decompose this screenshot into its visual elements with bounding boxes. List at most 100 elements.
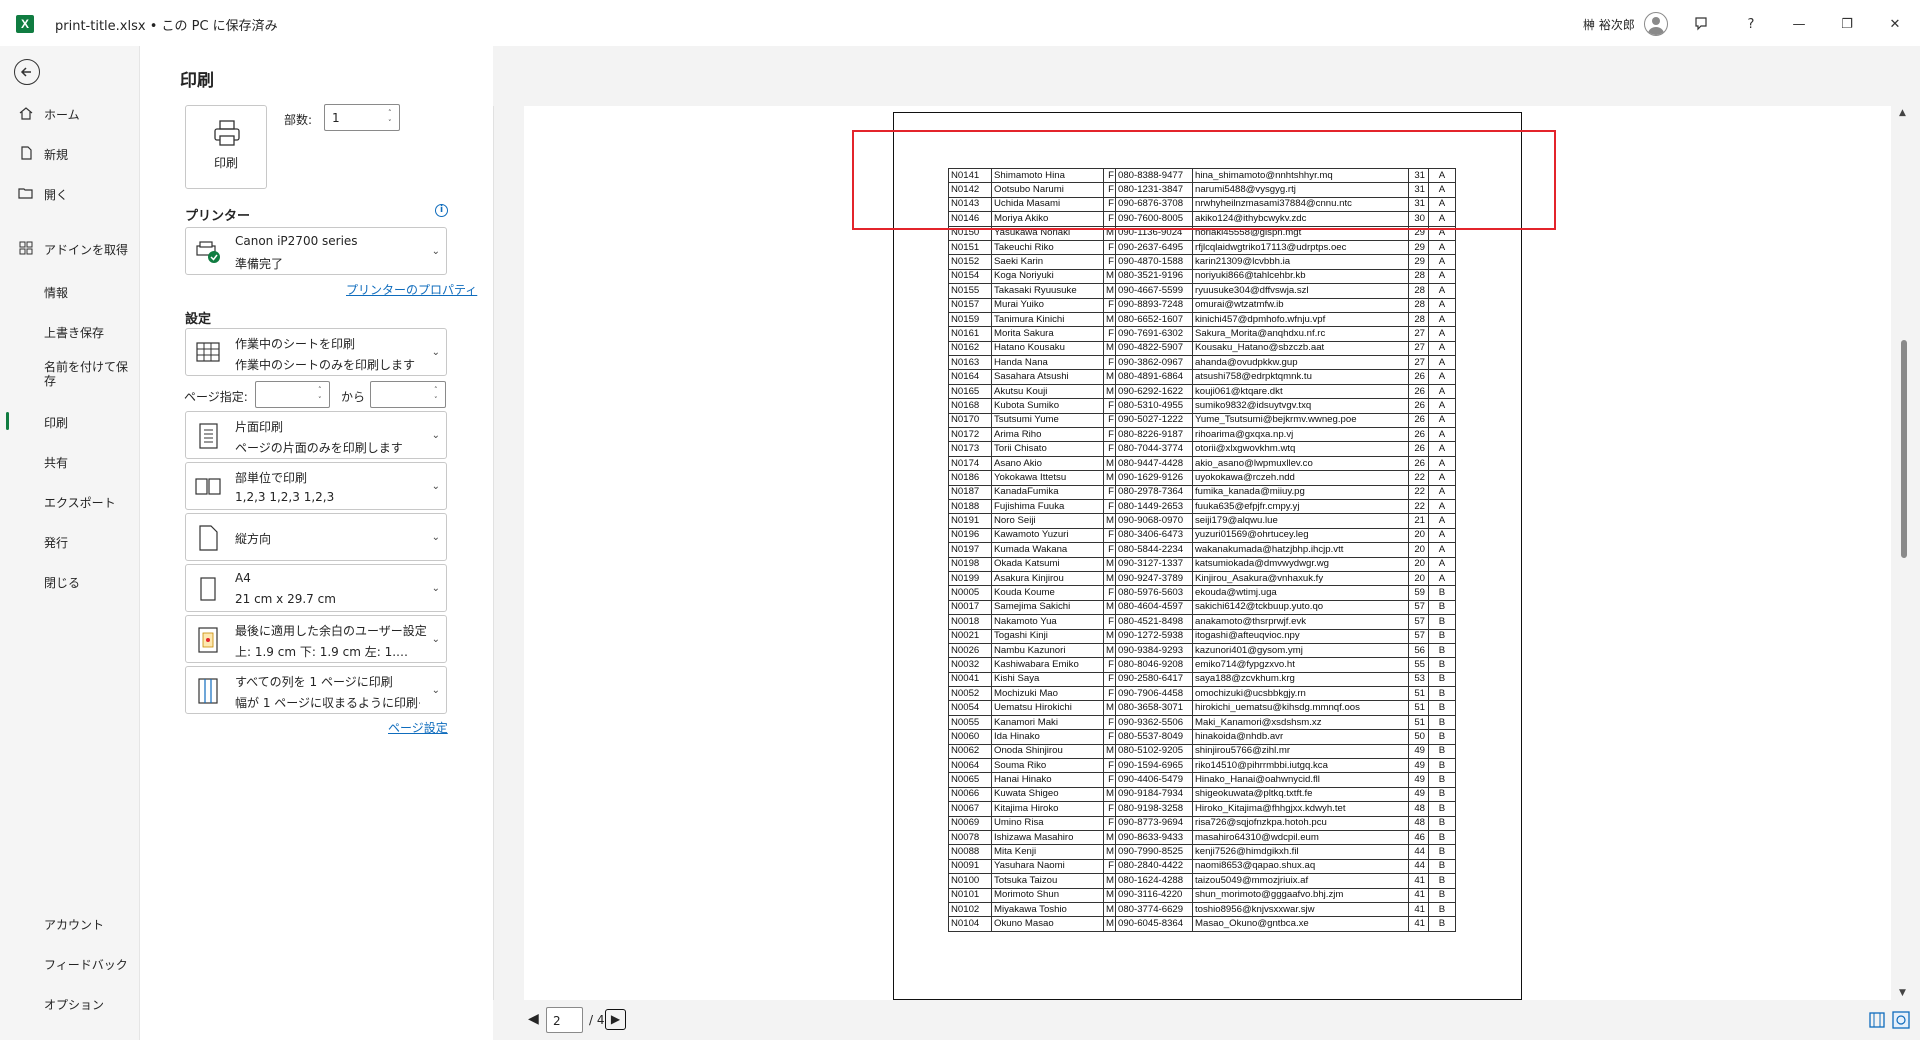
printer-dropdown[interactable]: Canon iP2700 series 準備完了 ⌄ (185, 227, 447, 275)
stepper-down-icon[interactable]: ˅ (434, 396, 442, 404)
margins-dropdown[interactable]: 最後に適用した余白のユーザー設定 上: 1.9 cm 下: 1.9 cm 左: … (185, 615, 447, 663)
stepper-down-icon[interactable]: ˅ (318, 396, 326, 404)
nav-close[interactable]: 閉じる (0, 564, 139, 598)
cell-email: seiji179@alqwu.lue (1192, 513, 1409, 529)
nav-new[interactable]: 新規 (0, 136, 139, 170)
stepper-up-icon[interactable]: ˄ (434, 386, 442, 394)
collate-dropdown[interactable]: 部単位で印刷 1,2,3 1,2,3 1,2,3 ⌄ (185, 462, 447, 510)
cell-sex: F (1103, 815, 1116, 831)
cell-sex: M (1103, 340, 1116, 357)
nav-get-addins[interactable]: アドインを取得 (0, 231, 139, 265)
paper-desc: 21 cm x 29.7 cm (235, 592, 336, 606)
cell-id: N0187 (948, 484, 992, 500)
one-sided-page-icon (199, 423, 218, 449)
sides-dropdown[interactable]: 片面印刷 ページの片面のみを印刷します ⌄ (185, 411, 447, 459)
cell-group: A (1428, 311, 1456, 328)
show-margins-icon[interactable] (1868, 1011, 1886, 1029)
cell-phone: 090-8773-9694 (1115, 815, 1193, 831)
cell-group: A (1428, 369, 1456, 385)
cell-name: Okada Katsumi (991, 556, 1104, 572)
previous-page-icon[interactable]: ◀ (528, 1011, 539, 1027)
minimize-button[interactable]: — (1782, 8, 1816, 40)
info-icon[interactable]: i (435, 204, 448, 217)
stepper-down-icon[interactable]: ˅ (388, 119, 396, 127)
copies-stepper[interactable]: 1 ˄ ˅ (324, 104, 400, 131)
cell-age: 48 (1408, 815, 1429, 831)
cell-name: Samejima Sakichi (991, 599, 1104, 616)
orientation-dropdown[interactable]: 縦方向 ⌄ (185, 513, 447, 561)
cell-name: Asakura Kinjirou (991, 570, 1104, 587)
nav-options[interactable]: オプション (0, 986, 139, 1020)
help-button[interactable]: ? (1734, 8, 1768, 40)
page-number-input[interactable]: 2 (546, 1007, 583, 1033)
zoom-to-page-icon[interactable] (1892, 1011, 1910, 1029)
orientation-value: 縦方向 (235, 532, 272, 546)
cell-age: 20 (1408, 527, 1429, 544)
stepper-up-icon[interactable]: ˄ (388, 109, 396, 117)
cell-email: itogashi@afteuqvioc.npy (1192, 628, 1409, 644)
print-button[interactable]: 印刷 (185, 105, 267, 189)
print-what-dropdown[interactable]: 作業中のシートを印刷 作業中のシートのみを印刷します ⌄ (185, 328, 447, 376)
chevron-down-icon: ⌄ (431, 583, 440, 594)
close-button[interactable]: ✕ (1878, 8, 1912, 40)
table-row: N0065 Hanai Hinako F 090-4406-5479 Hinako_Ha… (948, 772, 1456, 788)
cell-age: 41 (1408, 916, 1429, 932)
cell-id: N0198 (948, 556, 992, 572)
user-name[interactable]: 榊 裕次郎 (1583, 16, 1635, 33)
cell-id: N0161 (948, 326, 992, 342)
cell-email: Hinako_Hanai@oahwnycid.fll (1192, 772, 1409, 788)
pages-label: ページ指定: (184, 390, 248, 404)
cell-age: 49 (1408, 772, 1429, 788)
nav-label: アカウント (44, 918, 105, 932)
cell-email: shun_morimoto@gggaafvo.bhj.zjm (1192, 887, 1409, 903)
nav-account[interactable]: アカウント (0, 906, 139, 940)
printer-status: 準備完了 (235, 257, 284, 271)
page-number-value: 2 (553, 1014, 561, 1028)
preview-scrollbar[interactable]: ▲ ▼ (1897, 106, 1911, 1000)
cell-sex: M (1103, 743, 1116, 760)
cell-email: hinakoida@nhdb.avr (1192, 729, 1409, 745)
cell-name: Takasaki Ryuusuke (991, 283, 1104, 299)
pages-from-input[interactable]: ˄ ˅ (255, 381, 330, 408)
print-what-desc: 作業中のシートのみを印刷します (235, 358, 416, 372)
nav-home[interactable]: ホーム (0, 96, 139, 130)
scroll-thumb[interactable] (1901, 340, 1907, 558)
nav-print[interactable]: 印刷 (0, 404, 139, 438)
fit-columns-icon (198, 678, 218, 704)
nav-open[interactable]: 開く (0, 176, 139, 210)
scroll-down-icon[interactable]: ▼ (1899, 988, 1906, 998)
nav-save[interactable]: 上書き保存 (0, 314, 139, 348)
stepper-up-icon[interactable]: ˄ (318, 386, 326, 394)
cell-name: Okuno Masao (991, 916, 1104, 932)
pages-to-input[interactable]: ˄ ˅ (370, 381, 446, 408)
back-arrow-icon[interactable] (14, 59, 40, 85)
cell-email: shinjirou5766@zihl.mr (1192, 743, 1409, 760)
next-page-icon[interactable]: ▶ (605, 1009, 626, 1030)
cell-email: taizou5049@mmozjriuix.af (1192, 873, 1409, 889)
nav-publish[interactable]: 発行 (0, 524, 139, 558)
page-setup-link[interactable]: ページ設定 (388, 719, 448, 736)
feedback-icon[interactable] (1684, 8, 1718, 40)
cell-sex: F (1103, 758, 1116, 774)
scroll-up-icon[interactable]: ▲ (1899, 108, 1906, 118)
table-row: N0101 Morimoto Shun M 090-3116-4220 shun_mor… (948, 887, 1456, 903)
cell-sex: F (1103, 585, 1116, 601)
cell-email: wakanakumada@hatzjbhp.ihcjp.vtt (1192, 542, 1409, 558)
paper-size-dropdown[interactable]: A4 21 cm x 29.7 cm ⌄ (185, 564, 447, 612)
table-row: N0199 Asakura Kinjirou M 090-9247-3789 Kinji… (948, 570, 1456, 587)
cell-email: saya188@zcvkhum.krg (1192, 671, 1409, 688)
table-row: N0165 Akutsu Kouji M 090-6292-1622 kouji061@… (948, 383, 1456, 400)
cell-group: A (1428, 498, 1456, 515)
nav-export[interactable]: エクスポート (0, 484, 139, 518)
printer-properties-link[interactable]: プリンターのプロパティ (346, 281, 477, 298)
nav-info[interactable]: 情報 (0, 274, 139, 308)
nav-feedback[interactable]: フィードバック (0, 946, 139, 980)
avatar[interactable] (1644, 12, 1668, 36)
maximize-button[interactable]: ❐ (1830, 8, 1864, 40)
scaling-dropdown[interactable]: すべての列を 1 ページに印刷 幅が 1 ページに収まるように印刷イ… ⌄ (185, 666, 447, 714)
nav-save-as[interactable]: 名前を付けて保存 (0, 354, 139, 398)
table-row: N0018 Nakamoto Yua F 080-4521-8498 anakamoto… (948, 614, 1456, 630)
cell-email: ekouda@wtimj.uga (1192, 585, 1409, 601)
cell-name: Kuwata Shigeo (991, 786, 1104, 803)
nav-share[interactable]: 共有 (0, 444, 139, 478)
